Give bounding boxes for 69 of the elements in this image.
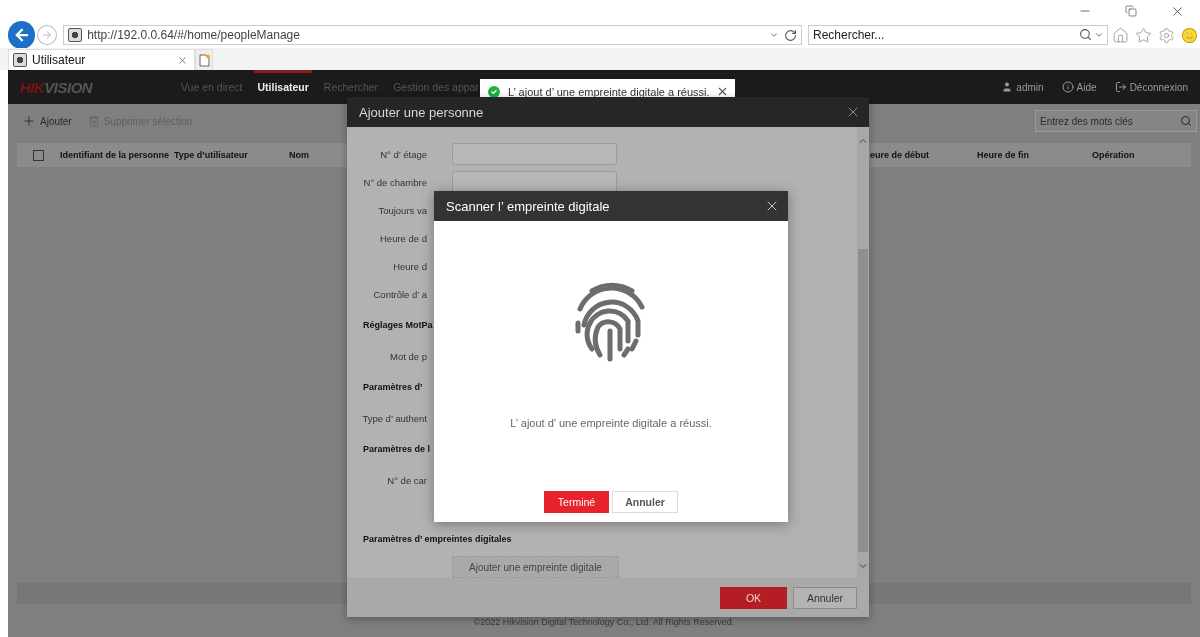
section-heading: Paramètres d’ empreintes digitales [363,534,512,544]
smiley-button[interactable] [1179,26,1200,44]
dialog-title: Scanner l’ empreinte digitale [446,198,610,214]
search-field[interactable]: Entrez des mots clés [1035,110,1197,132]
field-label: N° d’ étage [379,148,427,160]
field-label: Heure d [392,260,427,272]
input-field[interactable] [452,171,617,193]
ok-button[interactable]: OK [720,586,787,609]
user-icon [1001,81,1014,93]
plus-icon [22,114,36,128]
field-label: Mot de p [389,350,427,362]
field-label: Contrôle d’ a [372,288,427,300]
column-header: Heure de fin [977,150,1029,160]
section-heading: Paramètres de l [363,444,431,454]
refresh-icon[interactable] [784,28,797,42]
header-link[interactable]: Aide [1061,81,1097,93]
site-icon [68,28,83,42]
logo: HIKVISION [20,78,94,96]
new-tab-button[interactable] [195,49,213,70]
toast-message: L’ ajout d’ une empreinte digitale a réussi. [508,85,710,98]
field-label: N° de car [386,474,427,486]
column-header: Identifiant de la personne [60,150,169,160]
select-all-checkbox[interactable] [33,149,44,161]
close-tab-icon[interactable] [177,54,188,66]
nav-tab[interactable]: Utilisateur [254,70,312,104]
trash-icon [87,115,100,127]
add-fingerprint-button[interactable]: Ajouter une empreinte digitale [452,556,619,578]
section-heading: Paramètres d’ [363,382,423,392]
field-label: Heure de d [379,232,427,244]
header-link-text: Aide [1076,81,1097,93]
dialog-title: Ajouter une personne [359,104,484,120]
url-text: http://192.0.0.64/#/home/peopleManage [87,28,301,42]
tab-title: Utilisateur [32,53,87,67]
field-label: Toujours va [377,204,427,216]
logout-icon [1114,81,1127,93]
column-header: Nom [289,150,309,160]
browser-search-field[interactable]: Rechercher... [808,25,1108,45]
check-icon [486,83,502,100]
browser-tab[interactable]: Utilisateur [8,49,195,70]
close-icon[interactable] [716,85,729,98]
input-field[interactable] [452,143,617,165]
search-icon[interactable] [1079,28,1092,41]
restore-icon [1125,5,1137,17]
address-bar[interactable]: http://192.0.0.64/#/home/peopleManage [63,25,802,45]
dropdown-icon[interactable] [769,30,779,40]
column-header: Opération [1092,150,1135,160]
favorites-button[interactable] [1133,26,1154,44]
header-link[interactable]: admin [1001,81,1044,93]
cancel-button[interactable]: Annuler [612,491,678,513]
forward-arrow-icon [41,29,54,41]
home-button[interactable] [1110,26,1131,44]
done-button[interactable]: Terminé [544,491,609,513]
column-header: Type d’utilisateur [174,150,248,160]
cancel-button[interactable]: Annuler [793,586,857,609]
field-label: Type d’ authent [361,412,427,424]
header-link-text: Déconnexion [1129,81,1188,93]
forward-button[interactable] [37,25,58,45]
scrollbar[interactable] [857,127,869,578]
status-message: L’ ajout d’ une empreinte digitale a réussi. [510,417,712,429]
header-link-text: admin [1016,81,1044,93]
search-icon[interactable] [1180,115,1192,127]
info-icon [1061,81,1074,93]
toolbar-button[interactable]: Ajouter [22,114,72,128]
section-heading: Réglages MotPa [363,320,433,330]
site-icon [13,53,27,67]
field-label: N° de chambre [362,176,427,188]
column-header: eure de début [870,150,929,160]
back-button[interactable] [8,21,36,49]
header-link[interactable]: Déconnexion [1114,81,1188,93]
